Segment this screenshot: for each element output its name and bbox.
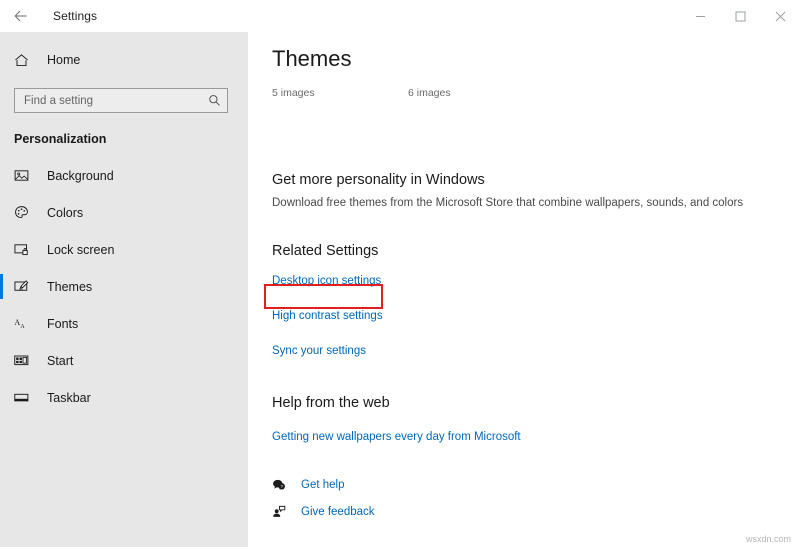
settings-window: Settings <box>0 0 800 547</box>
main-content: Themes 5 images 6 images Get more person… <box>248 32 800 547</box>
image-count-1: 5 images <box>272 87 315 99</box>
content-scrollbar[interactable] <box>796 32 800 547</box>
sidebar-item-start[interactable]: Start <box>0 342 248 379</box>
help-from-web-heading: Help from the web <box>272 395 800 411</box>
picture-icon <box>14 168 36 183</box>
sidebar: Home Personalization <box>0 0 248 547</box>
home-label: Home <box>47 53 80 67</box>
minimize-icon <box>695 11 706 22</box>
search-input[interactable] <box>24 95 208 107</box>
close-button[interactable] <box>760 1 800 31</box>
give-feedback-link[interactable]: Give feedback <box>301 506 375 518</box>
window-controls <box>680 0 800 32</box>
sidebar-item-label: Taskbar <box>47 391 91 405</box>
related-settings-heading: Related Settings <box>272 243 800 259</box>
sidebar-item-themes[interactable]: Themes <box>0 268 248 305</box>
get-help-link[interactable]: Get help <box>301 479 344 491</box>
start-tiles-icon <box>14 353 36 368</box>
image-count-row: 5 images 6 images <box>272 87 800 101</box>
search-icon[interactable] <box>208 94 221 107</box>
help-web-link-row: Getting new wallpapers every day from Mi… <box>272 427 800 445</box>
sync-your-settings-link[interactable]: Sync your settings <box>272 345 366 357</box>
back-arrow-icon <box>13 8 29 24</box>
give-feedback-row[interactable]: Give feedback <box>272 505 800 519</box>
selection-accent-bar <box>0 348 3 373</box>
sidebar-item-label: Fonts <box>47 317 78 331</box>
watermark: wsxdn.com <box>746 534 791 544</box>
lock-screen-icon <box>14 242 36 257</box>
selection-accent-bar <box>0 163 3 188</box>
taskbar-icon <box>14 390 36 405</box>
sidebar-item-label: Background <box>47 169 114 183</box>
get-help-row[interactable]: ? Get help <box>272 478 800 492</box>
sidebar-item-label: Lock screen <box>47 243 114 257</box>
sidebar-item-label: Themes <box>47 280 92 294</box>
personality-heading: Get more personality in Windows <box>272 172 800 188</box>
maximize-icon <box>735 11 746 22</box>
getting-new-wallpapers-link[interactable]: Getting new wallpapers every day from Mi… <box>272 431 521 443</box>
maximize-button[interactable] <box>720 1 760 31</box>
palette-icon <box>14 205 36 220</box>
svg-text:A: A <box>20 323 25 330</box>
help-actions-section: ? Get help Give feedback <box>272 478 800 519</box>
sidebar-item-home[interactable]: Home <box>0 41 248 79</box>
window-title: Settings <box>53 9 97 23</box>
personality-description: Download free themes from the Microsoft … <box>272 197 800 209</box>
selection-accent-bar <box>0 274 3 299</box>
related-link-row: Desktop icon settings <box>272 271 800 289</box>
sidebar-category-title: Personalization <box>14 132 248 146</box>
themes-brush-icon <box>14 279 36 294</box>
search-box[interactable] <box>14 88 228 113</box>
minimize-button[interactable] <box>680 1 720 31</box>
selection-accent-bar <box>0 200 3 225</box>
sidebar-item-colors[interactable]: Colors <box>0 194 248 231</box>
high-contrast-settings-link[interactable]: High contrast settings <box>272 310 383 322</box>
fonts-aa-icon: A A <box>14 316 36 331</box>
selection-accent-bar <box>0 237 3 262</box>
related-link-row: High contrast settings <box>272 306 800 324</box>
selection-accent-bar <box>0 311 3 336</box>
sidebar-item-fonts[interactable]: A A Fonts <box>0 305 248 342</box>
title-bar: Settings <box>0 0 800 32</box>
help-from-web-section: Help from the web Getting new wallpapers… <box>272 395 800 445</box>
image-count-2: 6 images <box>408 87 451 99</box>
sidebar-item-background[interactable]: Background <box>0 157 248 194</box>
feedback-person-icon <box>272 505 292 519</box>
related-link-row: Sync your settings <box>272 341 800 359</box>
selection-accent-bar <box>0 385 3 410</box>
home-icon <box>14 53 36 68</box>
close-icon <box>775 11 786 22</box>
question-bubble-icon: ? <box>272 478 292 492</box>
related-settings-section: Related Settings Desktop icon settings H… <box>272 243 800 359</box>
sidebar-item-label: Start <box>47 354 73 368</box>
related-settings-links: Desktop icon settings High contrast sett… <box>272 271 800 359</box>
sidebar-item-lock-screen[interactable]: Lock screen <box>0 231 248 268</box>
page-title: Themes <box>272 46 800 72</box>
desktop-icon-settings-link[interactable]: Desktop icon settings <box>272 275 381 287</box>
sidebar-item-label: Colors <box>47 206 83 220</box>
back-button[interactable] <box>0 1 42 31</box>
sidebar-nav-list: Background Colors <box>0 157 248 416</box>
sidebar-item-taskbar[interactable]: Taskbar <box>0 379 248 416</box>
personality-section: Get more personality in Windows Download… <box>272 172 800 209</box>
